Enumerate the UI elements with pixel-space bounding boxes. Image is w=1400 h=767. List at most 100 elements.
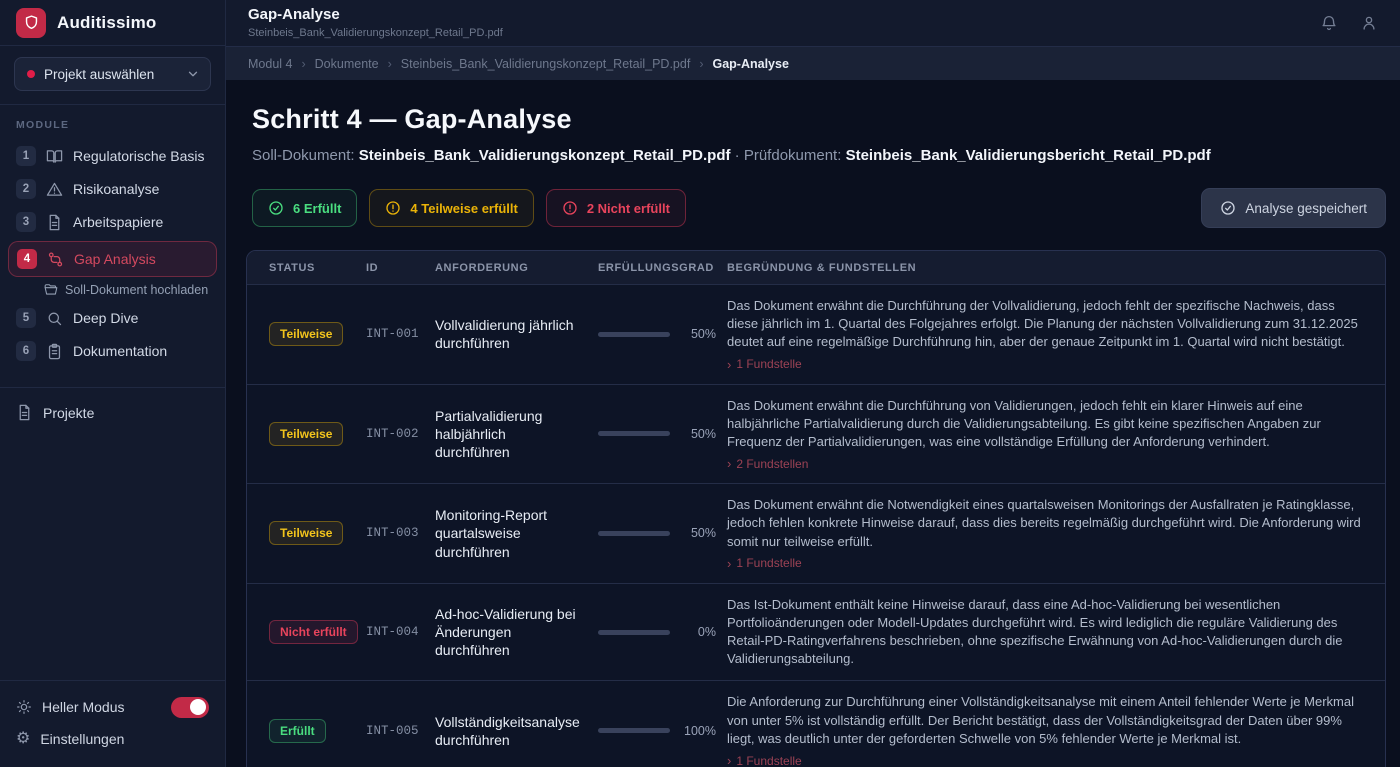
progress-label: 50%	[682, 526, 716, 540]
warning-icon	[46, 181, 63, 198]
sidebar-item-label: Dokumentation	[73, 343, 167, 359]
project-select[interactable]: Projekt auswählen	[14, 57, 211, 91]
page-title: Schritt 4 — Gap-Analyse	[252, 104, 1386, 135]
sidebar-item-einstellungen[interactable]: ⚙ Einstellungen	[16, 723, 209, 755]
breadcrumb-item-dokument[interactable]: Steinbeis_Bank_Validierungskonzept_Retai…	[401, 57, 691, 71]
met-summary-pill[interactable]: 6 Erfüllt	[252, 189, 357, 227]
justification-text: Das Dokument erwähnt die Durchführung de…	[727, 297, 1365, 352]
clipboard-icon	[46, 343, 63, 360]
brand-name: Auditissimo	[57, 13, 157, 33]
status-badge: Teilweise	[269, 322, 343, 346]
progress-track	[598, 728, 670, 733]
fulfillment-progress: 100%	[598, 724, 727, 738]
sidebar-footer: Heller Modus ⚙ Einstellungen	[0, 680, 225, 767]
column-header-erfuellungsgrad: ERFÜLLUNGSGRAD	[598, 262, 727, 274]
alert-circle-icon	[562, 200, 578, 216]
sidebar-item-gap-analysis[interactable]: 4 Gap Analysis	[8, 241, 217, 277]
breadcrumb-item-gap-analyse: Gap-Analyse	[712, 57, 788, 71]
progress-track	[598, 531, 670, 536]
findings-link[interactable]: › 1 Fundstelle	[727, 357, 1365, 372]
justification-text: Die Anforderung zur Durchführung einer V…	[727, 693, 1365, 748]
table-row: Teilweise INT-001 Vollvalidierung jährli…	[247, 285, 1385, 385]
table-row: Teilweise INT-002 Partialvalidierung hal…	[247, 385, 1385, 485]
source-doc-label: Soll-Dokument:	[252, 147, 355, 164]
doc-separator: ·	[735, 147, 740, 164]
justification-text: Das Ist-Dokument enthält keine Hinweise …	[727, 596, 1365, 669]
breadcrumb-item-dokumente[interactable]: Dokumente	[315, 57, 379, 71]
partial-summary-pill[interactable]: 4 Teilweise erfüllt	[369, 189, 533, 227]
user-icon[interactable]	[1360, 14, 1378, 32]
projects-link-label: Projekte	[43, 405, 94, 421]
column-header-anforderung: ANFORDERUNG	[435, 262, 598, 274]
findings-label: 2 Fundstellen	[736, 457, 808, 471]
sidebar-item-risikoanalyse[interactable]: 2 Risikoanalyse	[0, 174, 225, 204]
file-icon	[16, 404, 33, 421]
module-number: 1	[16, 146, 36, 166]
bell-icon[interactable]	[1320, 14, 1338, 32]
module-number: 4	[17, 249, 37, 269]
column-header-id: ID	[366, 262, 435, 274]
brand: Auditissimo	[0, 0, 225, 46]
findings-link[interactable]: › 1 Fundstelle	[727, 556, 1365, 571]
sidebar-item-arbeitspapiere[interactable]: 3 Arbeitspapiere	[0, 207, 225, 237]
module-number: 5	[16, 308, 36, 328]
findings-label: 1 Fundstelle	[736, 754, 801, 767]
gear-icon: ⚙	[16, 731, 30, 747]
summary-row: 6 Erfüllt 4 Teilweise erfüllt 2 Nicht er…	[252, 188, 1386, 228]
table-row: Nicht erfüllt INT-004 Ad-hoc-Validierung…	[247, 584, 1385, 682]
requirement-title: Ad-hoc-Validierung bei Änderungen durchf…	[435, 605, 598, 660]
status-badge: Nicht erfüllt	[269, 620, 358, 644]
requirement-title: Vollständigkeitsanalyse durchführen	[435, 713, 598, 749]
sidebar: Auditissimo Projekt auswählen MODULE 1 R…	[0, 0, 226, 767]
fulfillment-progress: 50%	[598, 526, 727, 540]
progress-label: 100%	[682, 724, 716, 738]
light-mode-row: Heller Modus	[16, 691, 209, 723]
breadcrumb-separator: ›	[301, 57, 305, 71]
sidebar-item-dokumentation[interactable]: 6 Dokumentation	[0, 336, 225, 366]
module-number: 6	[16, 341, 36, 361]
upload-link-label: Soll-Dokument hochladen	[65, 283, 208, 297]
document-info-line: Soll-Dokument: Steinbeis_Bank_Validierun…	[252, 147, 1386, 164]
fulfillment-progress: 50%	[598, 427, 727, 441]
check-circle-icon	[268, 200, 284, 216]
requirement-id: INT-005	[366, 724, 435, 738]
sidebar-item-label: Deep Dive	[73, 310, 138, 326]
breadcrumb-separator: ›	[388, 57, 392, 71]
light-mode-label: Heller Modus	[42, 699, 124, 715]
progress-label: 0%	[682, 625, 716, 639]
sidebar-item-label: Arbeitspapiere	[73, 214, 163, 230]
topbar-subtitle: Steinbeis_Bank_Validierungskonzept_Retai…	[248, 27, 503, 41]
sidebar-item-projekte[interactable]: Projekte	[0, 388, 225, 421]
missed-summary-label: 2 Nicht erfüllt	[587, 201, 670, 216]
findings-link[interactable]: › 2 Fundstellen	[727, 456, 1365, 471]
sidebar-item-soll-dokument-hochladen[interactable]: Soll-Dokument hochladen	[0, 281, 225, 299]
partial-summary-label: 4 Teilweise erfüllt	[410, 201, 517, 216]
missed-summary-pill[interactable]: 2 Nicht erfüllt	[546, 189, 686, 227]
light-mode-toggle[interactable]	[171, 697, 209, 718]
breadcrumb-item-modul-4[interactable]: Modul 4	[248, 57, 292, 71]
module-number: 2	[16, 179, 36, 199]
findings-link[interactable]: › 1 Fundstelle	[727, 753, 1365, 767]
fulfillment-progress: 0%	[598, 625, 727, 639]
project-status-dot-icon	[27, 70, 35, 78]
source-doc-filename: Steinbeis_Bank_Validierungskonzept_Retai…	[359, 147, 731, 164]
gap-analysis-table: STATUS ID ANFORDERUNG ERFÜLLUNGSGRAD BEG…	[246, 250, 1386, 767]
table-header-row: STATUS ID ANFORDERUNG ERFÜLLUNGSGRAD BEG…	[247, 251, 1385, 285]
sidebar-item-deep-dive[interactable]: 5 Deep Dive	[0, 303, 225, 333]
route-icon	[47, 251, 64, 268]
sidebar-item-label: Risikoanalyse	[73, 181, 159, 197]
justification-text: Das Dokument erwähnt die Durchführung vo…	[727, 397, 1365, 452]
status-badge: Teilweise	[269, 422, 343, 446]
analysis-saved-button[interactable]: Analyse gespeichert	[1201, 188, 1386, 228]
module-section-label: MODULE	[0, 119, 225, 131]
search-icon	[46, 310, 63, 327]
chevron-right-icon: ›	[727, 456, 731, 471]
table-row: Teilweise INT-003 Monitoring-Report quar…	[247, 484, 1385, 584]
requirement-title: Monitoring-Report quartalsweise durchfüh…	[435, 506, 598, 561]
breadcrumb-separator: ›	[699, 57, 703, 71]
sidebar-item-regulatorische-basis[interactable]: 1 Regulatorische Basis	[0, 141, 225, 171]
requirement-title: Vollvalidierung jährlich durchführen	[435, 316, 598, 352]
justification-text: Das Dokument erwähnt die Notwendigkeit e…	[727, 496, 1365, 551]
chevron-right-icon: ›	[727, 556, 731, 571]
requirement-title: Partialvalidierung halbjährlich durchfüh…	[435, 407, 598, 462]
